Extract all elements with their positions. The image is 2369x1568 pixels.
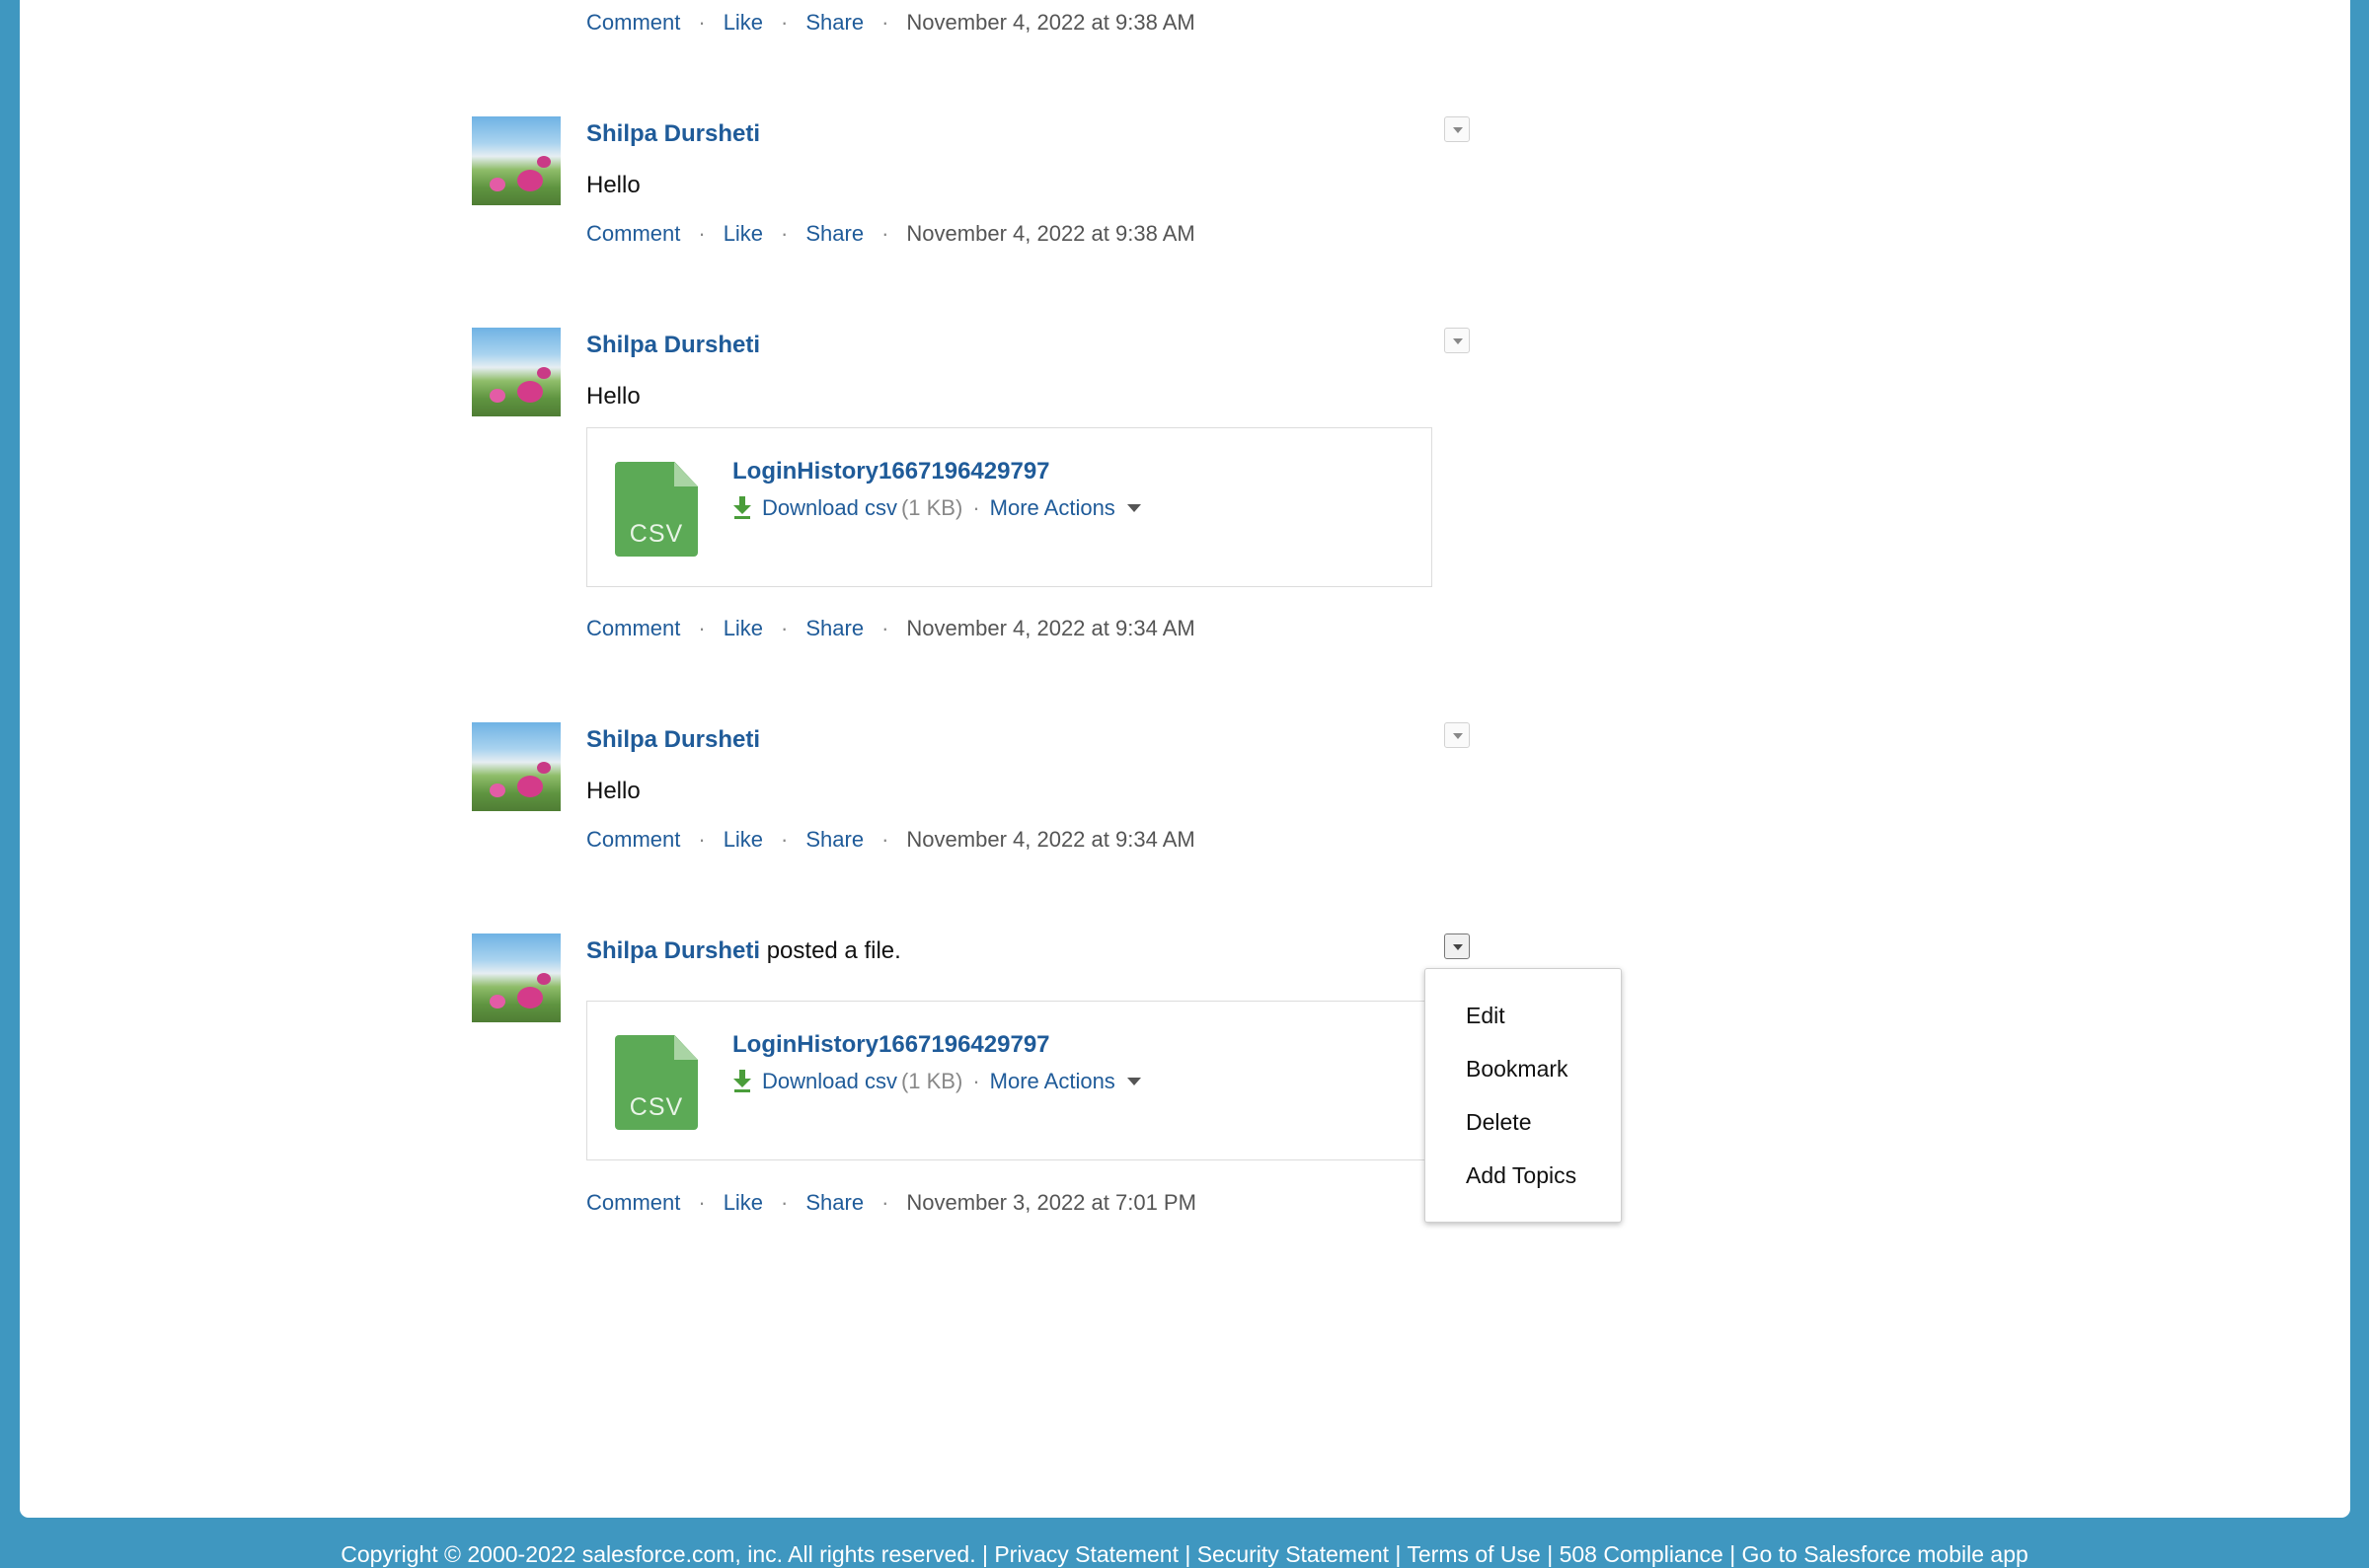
menu-item-delete[interactable]: Delete [1466,1109,1531,1136]
separator: · [881,10,889,35]
comment-link[interactable]: Comment [586,616,680,640]
avatar[interactable] [472,328,561,416]
separator: · [781,1190,789,1215]
comment-link[interactable]: Comment [586,10,680,35]
comment-link[interactable]: Comment [586,221,680,246]
chevron-down-icon[interactable] [1126,1078,1141,1085]
separator: · [698,616,706,640]
separator: · [781,616,789,640]
download-icon[interactable] [732,495,752,519]
download-icon[interactable] [732,1069,752,1092]
feed-actions: Comment · Like · Share · November 4, 2022 at 9… [586,827,1195,853]
file-attachment: CSV LoginHistory1667196429797 Download c… [586,1001,1432,1160]
separator: · [781,10,789,35]
chevron-down-icon[interactable] [1126,504,1141,512]
separator: · [881,1190,889,1215]
file-name-link[interactable]: LoginHistory1667196429797 [732,458,1050,485]
more-actions-link[interactable]: More Actions [990,495,1115,520]
comment-link[interactable]: Comment [586,1190,680,1215]
avatar[interactable] [472,722,561,811]
author-name[interactable]: Shilpa Dursheti [586,937,760,964]
timestamp[interactable]: November 4, 2022 at 9:34 AM [906,827,1194,852]
activity-text: posted a file. [766,937,901,964]
share-link[interactable]: Share [805,616,864,640]
separator: · [698,221,706,246]
like-link[interactable]: Like [724,1190,763,1215]
post-menu-button[interactable] [1444,722,1470,748]
feed-actions: Comment · Like · Share · November 3, 2022 at 7… [586,1190,1196,1216]
download-link[interactable]: Download csv [762,1069,897,1093]
menu-item-edit[interactable]: Edit [1466,1003,1505,1029]
post-text: Hello [586,778,641,804]
share-link[interactable]: Share [805,221,864,246]
feed-panel: Comment · Like · Share · November 4, 2022 at 9… [20,0,2350,1518]
author-name[interactable]: Shilpa Dursheti [586,332,760,359]
feed-actions: Comment · Like · Share · November 4, 2022 at 9… [586,616,1195,641]
csv-icon-label: CSV [629,520,684,548]
timestamp[interactable]: November 4, 2022 at 9:38 AM [906,221,1194,246]
avatar[interactable] [472,933,561,1022]
separator: · [972,495,980,520]
like-link[interactable]: Like [724,10,763,35]
separator: · [781,827,789,852]
csv-icon-label: CSV [629,1093,684,1121]
avatar[interactable] [472,116,561,205]
author-name[interactable]: Shilpa Dursheti [586,120,760,148]
separator: · [698,1190,706,1215]
share-link[interactable]: Share [805,10,864,35]
feed-actions: Comment · Like · Share · November 4, 2022 at 9… [586,10,1195,36]
file-actions: Download csv (1 KB) · More Actions [732,1069,1141,1094]
post-menu-button[interactable] [1444,116,1470,142]
file-size: (1 KB) [900,1069,963,1093]
separator: · [698,10,706,35]
share-link[interactable]: Share [805,1190,864,1215]
file-name-link[interactable]: LoginHistory1667196429797 [732,1031,1050,1059]
share-link[interactable]: Share [805,827,864,852]
separator: · [781,221,789,246]
separator: · [972,1069,980,1093]
download-link[interactable]: Download csv [762,495,897,520]
timestamp[interactable]: November 4, 2022 at 9:38 AM [906,10,1194,35]
more-actions-link[interactable]: More Actions [990,1069,1115,1093]
author-name[interactable]: Shilpa Dursheti [586,726,760,754]
comment-link[interactable]: Comment [586,827,680,852]
footer[interactable]: Copyright © 2000-2022 salesforce.com, in… [0,1541,2369,1568]
timestamp[interactable]: November 4, 2022 at 9:34 AM [906,616,1194,640]
separator: · [881,616,889,640]
post-text: Hello [586,383,641,410]
separator: · [881,827,889,852]
separator: · [698,827,706,852]
post-header: Shilpa Dursheti posted a file. [586,937,901,965]
post-text: Hello [586,172,641,198]
file-actions: Download csv (1 KB) · More Actions [732,495,1141,521]
menu-item-bookmark[interactable]: Bookmark [1466,1056,1568,1083]
timestamp[interactable]: November 3, 2022 at 7:01 PM [906,1190,1196,1215]
like-link[interactable]: Like [724,221,763,246]
file-attachment: CSV LoginHistory1667196429797 Download c… [586,427,1432,587]
separator: · [881,221,889,246]
feed-actions: Comment · Like · Share · November 4, 2022 at 9… [586,221,1195,247]
menu-item-add-topics[interactable]: Add Topics [1466,1162,1576,1189]
like-link[interactable]: Like [724,616,763,640]
post-menu-button[interactable] [1444,933,1470,959]
file-size: (1 KB) [900,495,963,520]
post-actions-menu: Edit Bookmark Delete Add Topics [1424,968,1622,1223]
post-menu-button[interactable] [1444,328,1470,353]
like-link[interactable]: Like [724,827,763,852]
